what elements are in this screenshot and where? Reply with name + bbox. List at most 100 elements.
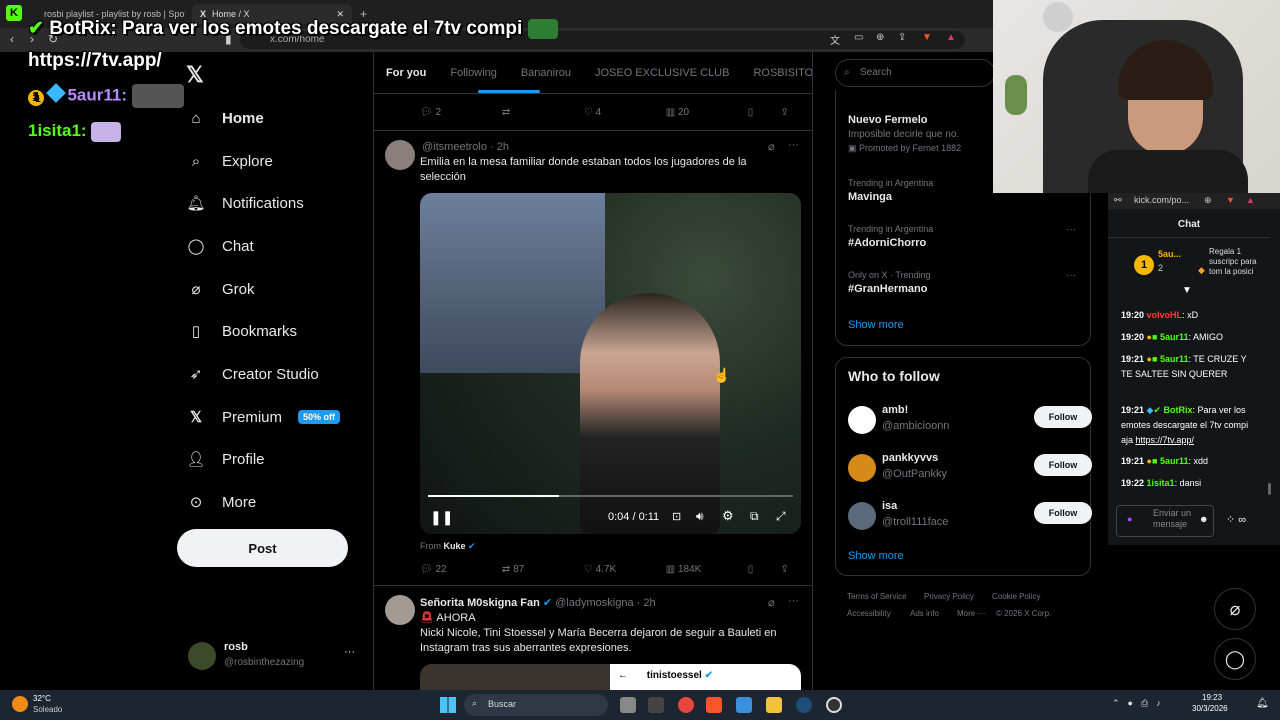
grok-floating-button[interactable]: ⌀ xyxy=(1214,588,1256,630)
sidebar-item-notifications[interactable]: 🔔︎ Notifications xyxy=(186,185,303,221)
retweet-button[interactable]: ⇄ xyxy=(502,107,584,118)
avatar[interactable] xyxy=(385,595,415,625)
footer-terms[interactable]: Terms of Service xyxy=(847,592,907,601)
grok-icon[interactable]: ⌀ xyxy=(768,596,775,609)
sidebar-item-home[interactable]: ⌂ Home xyxy=(186,100,263,136)
brave-shield-icon[interactable]: ▼ xyxy=(1226,195,1235,205)
message-user[interactable]: volvoHL xyxy=(1147,310,1183,320)
bookmark-button[interactable]: ▯ xyxy=(748,564,781,575)
more-icon[interactable]: ··· xyxy=(788,139,799,151)
gift-sub-prompt[interactable]: Regala 1 suscripc para tom la posici xyxy=(1209,247,1269,277)
trend-more-icon[interactable]: ··· xyxy=(1066,224,1076,235)
trend-item[interactable]: Only on X · Trending #GranHermano xyxy=(848,270,1078,295)
tab-bananirou[interactable]: Bananirou xyxy=(509,52,583,93)
settings-icon[interactable]: ⚙ xyxy=(722,508,734,524)
follow-button[interactable]: Follow xyxy=(1034,406,1092,428)
chat-input[interactable]: ● Enviar un mensaje ☻ xyxy=(1116,505,1214,537)
weather-temp[interactable]: 32°C xyxy=(33,694,51,703)
show-more-trends-link[interactable]: Show more xyxy=(848,319,904,331)
sidebar-item-more[interactable]: ⊙ More xyxy=(186,484,256,520)
search-input[interactable]: ⌕ Search xyxy=(835,59,995,87)
sidebar-item-premium[interactable]: 𝕏 Premium 50% off xyxy=(186,399,341,435)
views-button[interactable]: ▥ 20 xyxy=(666,107,748,118)
brave-rewards-icon[interactable]: ▲ xyxy=(1246,195,1255,205)
follow-suggestion[interactable]: pankkyvvs @OutPankky Follow xyxy=(848,450,1092,490)
clock-time[interactable]: 19:23 xyxy=(1202,693,1222,702)
reply-button[interactable]: 💬︎ 22 xyxy=(420,564,502,575)
trend-more-icon[interactable]: ··· xyxy=(1066,270,1076,281)
zoom-icon[interactable]: ⊕ xyxy=(1204,195,1212,206)
file-explorer-icon[interactable] xyxy=(766,697,782,713)
tweet-handle-time[interactable]: @itsmeetrolo · 2h xyxy=(422,141,509,153)
share-icon[interactable]: ⇪ xyxy=(898,32,906,43)
taskbar-search[interactable]: ⌕ Buscar xyxy=(464,694,608,716)
tab-joseo-exclusive-club[interactable]: JOSEO EXCLUSIVE CLUB xyxy=(583,52,742,93)
views-button[interactable]: ▥ 184K xyxy=(666,564,748,575)
retweet-button[interactable]: ⇄ 87 xyxy=(502,564,584,575)
tweet-media[interactable]: ← tinistoessel ✔ xyxy=(420,664,801,690)
volume-icon[interactable]: 🔊︎ xyxy=(696,509,704,524)
tweet-author[interactable]: Señorita M0skigna Fan ✔ @ladymoskigna · … xyxy=(420,596,656,609)
share-button[interactable]: ⇪ xyxy=(780,564,805,575)
chevron-down-icon[interactable]: ▼ xyxy=(1182,285,1192,296)
steam-icon[interactable] xyxy=(796,697,812,713)
notification-icon[interactable]: 🔔︎ xyxy=(1256,698,1269,709)
microphone-icon[interactable]: ● xyxy=(1127,514,1132,524)
tray-icons[interactable]: ⌃●⎙♪ xyxy=(1112,698,1169,709)
sidebar-item-creator-studio[interactable]: ➶ Creator Studio xyxy=(186,356,319,392)
post-button[interactable]: Post xyxy=(177,529,348,567)
avatar[interactable] xyxy=(385,140,415,170)
footer-ads-info[interactable]: Ads info xyxy=(910,609,939,618)
task-view-icon[interactable] xyxy=(620,697,636,713)
sidebar-item-bookmarks[interactable]: ▯ Bookmarks xyxy=(186,313,297,349)
sidebar-item-grok[interactable]: ⌀ Grok xyxy=(186,271,254,307)
windows-start-icon[interactable] xyxy=(440,697,456,713)
pause-icon[interactable]: ❚❚ xyxy=(430,509,453,526)
show-more-follow-link[interactable]: Show more xyxy=(848,550,904,562)
scrollbar[interactable] xyxy=(1268,483,1271,495)
picture-in-picture-icon[interactable]: ⧉ xyxy=(750,509,759,524)
translate-icon[interactable]: 文 xyxy=(830,32,840,47)
fullscreen-icon[interactable]: ⤢ xyxy=(776,509,786,524)
chrome-icon[interactable] xyxy=(678,697,694,713)
brave-shield-icon[interactable]: ▼ xyxy=(922,32,932,43)
back-icon[interactable]: ‹ xyxy=(10,32,14,46)
cast-icon[interactable]: ▭ xyxy=(854,32,863,43)
sidebar-item-explore[interactable]: ⌕ Explore xyxy=(186,143,273,179)
follow-button[interactable]: Follow xyxy=(1034,454,1092,476)
captions-icon[interactable]: ⊡ xyxy=(672,510,681,523)
tab-following[interactable]: Following xyxy=(438,52,508,93)
source-name[interactable]: Kuke xyxy=(444,541,466,551)
message-user[interactable]: 5aur11 xyxy=(1160,332,1189,342)
account-switcher[interactable]: rosb @rosbinthezazing ··· xyxy=(188,640,358,674)
x-logo-icon[interactable]: 𝕏 xyxy=(186,62,204,88)
follow-suggestion[interactable]: amb! @ambicioonn Follow xyxy=(848,402,1092,442)
footer-cookies[interactable]: Cookie Policy xyxy=(992,592,1040,601)
brave-icon[interactable] xyxy=(706,697,722,713)
clock-date[interactable]: 30/3/2026 xyxy=(1192,704,1228,713)
chat-extras-icon[interactable]: ⁘ ∞ xyxy=(1226,513,1246,526)
message-user[interactable]: 1isita1 xyxy=(1147,478,1175,488)
follow-button[interactable]: Follow xyxy=(1034,502,1092,524)
sidebar-item-chat[interactable]: ◯ Chat xyxy=(186,228,254,264)
tab-rosbisitos[interactable]: ROSBISITOS xyxy=(741,52,812,93)
emote-picker-icon[interactable]: ☻ xyxy=(1199,514,1208,524)
message-user[interactable]: BotRix xyxy=(1164,405,1193,415)
weather-icon[interactable] xyxy=(12,696,28,712)
message-user[interactable]: 5aur11 xyxy=(1160,354,1189,364)
message-user[interactable]: 5aur11 xyxy=(1160,456,1189,466)
app-icon[interactable] xyxy=(648,697,664,713)
store-icon[interactable] xyxy=(736,697,752,713)
obs-icon[interactable] xyxy=(826,697,842,713)
tab-for-you[interactable]: For you xyxy=(374,52,438,93)
tweet-video[interactable]: ❚❚ 0:04 / 0:11 ⊡ 🔊︎ ⚙ ⧉ ⤢ xyxy=(420,193,801,534)
follow-suggestion[interactable]: isa @troll111face Follow xyxy=(848,498,1092,538)
more-icon[interactable]: ··· xyxy=(788,595,799,607)
like-button[interactable]: ♡ 4 xyxy=(584,107,666,118)
messages-floating-button[interactable]: ◯ xyxy=(1214,638,1256,680)
footer-more[interactable]: More ··· xyxy=(957,609,985,618)
brave-rewards-icon[interactable]: ▲ xyxy=(946,32,956,43)
share-button[interactable]: ⇪ xyxy=(780,107,805,118)
account-more-icon[interactable]: ··· xyxy=(344,646,355,658)
message-link[interactable]: https://7tv.app/ xyxy=(1136,435,1194,445)
